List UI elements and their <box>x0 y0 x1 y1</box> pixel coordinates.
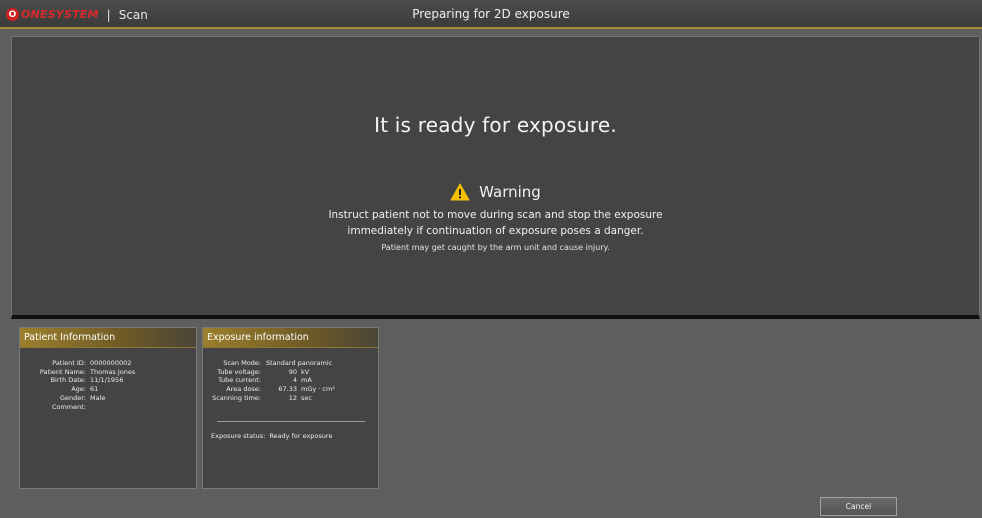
gender-value: Male <box>90 393 106 402</box>
cancel-button[interactable]: Cancel <box>820 497 897 516</box>
patient-id-value: 0000000002 <box>90 359 132 367</box>
patient-info-row: Comment: <box>20 403 135 412</box>
area-dose-label: Area dose: <box>226 385 261 394</box>
comment-label: Comment: <box>51 402 86 411</box>
exposure-info-row: Tube voltage: 90 kV <box>203 368 335 377</box>
warning-icon <box>450 183 470 201</box>
patient-panel-header: Patient Information <box>20 328 196 348</box>
window-title: Preparing for 2D exposure <box>412 7 570 21</box>
area-dose-unit: mGy · cm² <box>301 385 335 394</box>
patient-info-table: Patient ID: 0000000002 Patient Name: Tho… <box>20 359 135 411</box>
patient-info-row: Age: 61 <box>20 385 135 394</box>
exposure-info-row: Scan Mode: Standard panoramic <box>203 359 335 368</box>
title-bar: O ONESYSTEM | Scan Preparing for 2D expo… <box>0 0 982 29</box>
ready-message: It is ready for exposure. <box>374 113 617 137</box>
tube-current-unit: mA <box>301 376 312 385</box>
exposure-info-row: Tube current: 4 mA <box>203 376 335 385</box>
patient-info-row: Patient Name: Thomas Jones <box>20 368 135 377</box>
birth-date-value: 11/1/1956 <box>90 376 124 385</box>
exposure-info-row: Area dose: 67.33 mGy · cm² <box>203 385 335 394</box>
warning-text-line-2: immediately if continuation of exposure … <box>347 225 644 237</box>
exposure-information-panel: Exposure information Scan Mode: Standard… <box>202 327 379 489</box>
patient-id-label: Patient ID: <box>52 359 86 367</box>
warning-note: Patient may get caught by the arm unit a… <box>381 243 610 252</box>
age-value: 61 <box>90 385 99 394</box>
exposure-message-panel: It is ready for exposure. Warning Instru… <box>11 36 980 319</box>
patient-name-label: Patient Name: <box>39 367 86 376</box>
warning-heading: Warning <box>12 183 979 201</box>
warning-text-line-1: Instruct patient not to move during scan… <box>328 209 663 221</box>
area-dose-value: 67.33 <box>278 385 297 394</box>
tube-voltage-label: Tube voltage: <box>217 367 261 376</box>
scanning-time-label: Scanning time: <box>212 393 261 402</box>
exposure-info-row: Scanning time: 12 sec <box>203 394 335 403</box>
tube-current-label: Tube current: <box>218 376 261 385</box>
tube-voltage-value: 90 <box>288 367 297 376</box>
exposure-status-value: Ready for exposure <box>269 432 333 440</box>
patient-information-panel: Patient Information Patient ID: 00000000… <box>19 327 197 489</box>
gender-label: Gender: <box>59 393 86 402</box>
warning-title: Warning <box>479 183 541 201</box>
patient-info-row: Gender: Male <box>20 394 135 403</box>
tube-current-value: 4 <box>292 376 297 385</box>
exposure-info-table: Scan Mode: Standard panoramic Tube volta… <box>203 359 335 403</box>
patient-info-row: Patient ID: 0000000002 <box>20 359 135 368</box>
scan-mode-label: Scan Mode: <box>223 359 261 367</box>
age-label: Age: <box>71 385 86 394</box>
tube-voltage-unit: kV <box>301 367 310 376</box>
scanning-time-unit: sec <box>301 393 312 402</box>
exposure-status-label: Exposure status: <box>211 432 266 440</box>
patient-info-row: Birth Date: 11/1/1956 <box>20 376 135 385</box>
scan-mode-value: Standard panoramic <box>266 359 333 367</box>
scanning-time-value: 12 <box>288 393 297 402</box>
exposure-status: Exposure status: Ready for exposure <box>211 432 332 440</box>
birth-date-label: Birth Date: <box>50 376 86 385</box>
patient-name-value: Thomas Jones <box>90 367 136 376</box>
exposure-panel-header: Exposure information <box>203 328 378 348</box>
divider <box>217 421 365 422</box>
